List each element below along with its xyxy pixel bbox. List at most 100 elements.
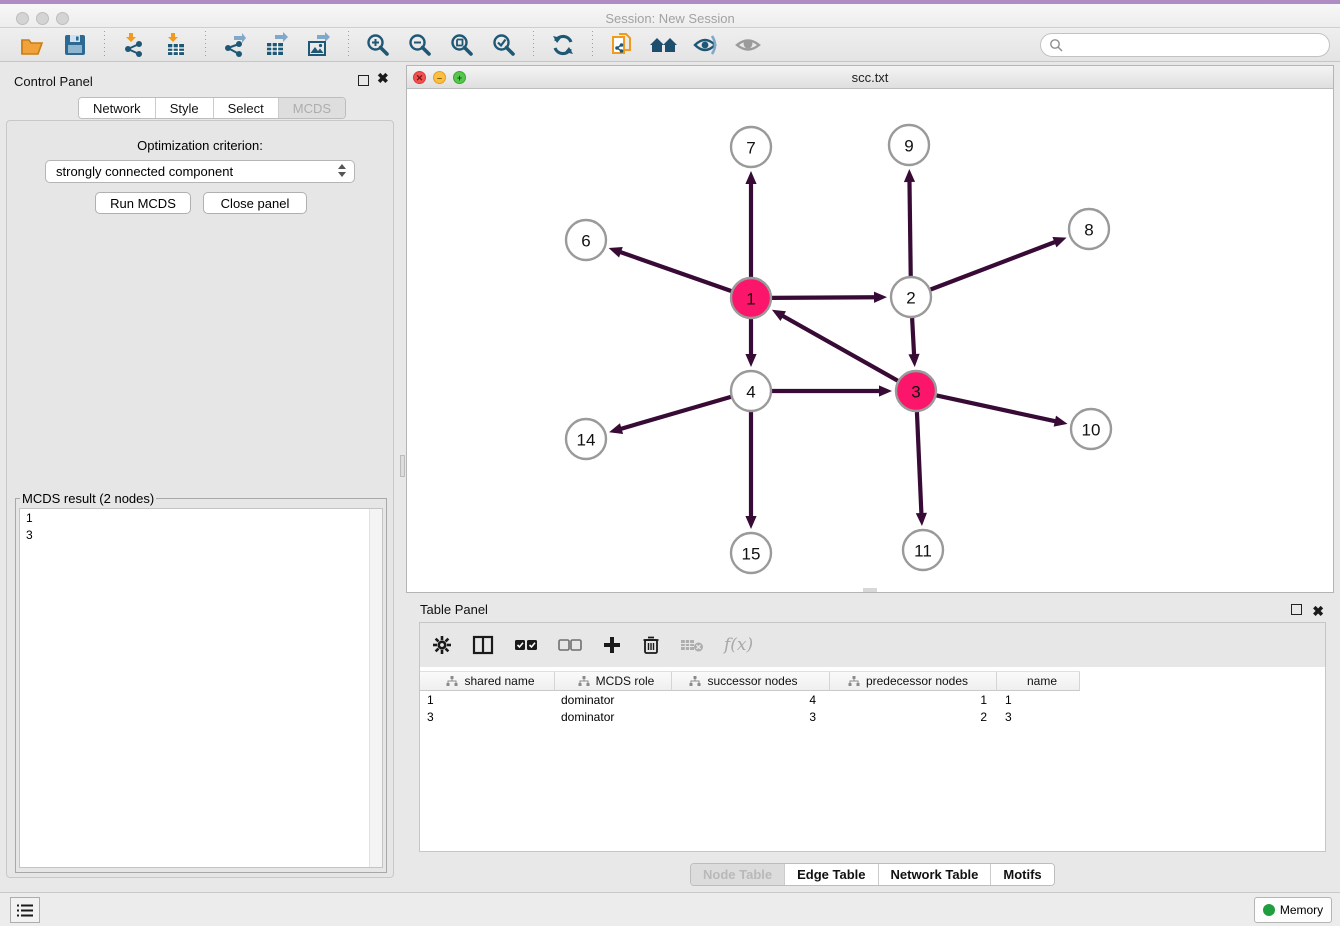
cell-shared-name[interactable]: 3 — [420, 708, 555, 725]
apply-layout-button[interactable] — [548, 31, 578, 59]
column-header-mcds-role[interactable]: MCDS role — [555, 671, 672, 691]
export-network-icon — [222, 32, 248, 58]
home-button[interactable] — [649, 31, 679, 59]
close-panel-icon[interactable]: ✖ — [1312, 606, 1324, 617]
cell-mcds-role[interactable]: dominator — [555, 691, 672, 708]
search-field[interactable] — [1040, 33, 1330, 57]
graph-edge[interactable] — [619, 252, 731, 291]
table-row[interactable]: 1 dominator 4 1 1 — [420, 691, 1325, 708]
hide-birdseye-icon — [692, 32, 720, 58]
run-mcds-button[interactable]: Run MCDS — [95, 192, 191, 214]
tab-style[interactable]: Style — [156, 98, 214, 118]
split-columns-button[interactable] — [472, 632, 494, 658]
cell-name[interactable]: 1 — [997, 691, 1080, 708]
import-table-button[interactable] — [161, 31, 191, 59]
graph-edge-arrowhead — [745, 516, 756, 529]
control-panel-tabs: Network Style Select MCDS — [78, 97, 346, 119]
delete-row-icon — [642, 635, 660, 655]
table-panel-title: Table Panel — [420, 602, 488, 617]
status-bar: Memory — [0, 892, 1340, 926]
graph-edge[interactable] — [772, 297, 876, 298]
add-row-button[interactable] — [602, 632, 622, 658]
graph-node-label: 9 — [904, 137, 913, 156]
column-header-name[interactable]: name — [997, 671, 1080, 691]
column-header-shared-name[interactable]: shared name — [420, 671, 555, 691]
toolbar-separator — [104, 31, 105, 59]
graph-edge-arrowhead — [879, 385, 892, 396]
cell-predecessor-nodes[interactable]: 1 — [830, 691, 997, 708]
export-network-button[interactable] — [220, 31, 250, 59]
graph-edge[interactable] — [912, 318, 914, 356]
panel-splitter[interactable] — [400, 65, 405, 889]
tab-mcds[interactable]: MCDS — [279, 98, 345, 118]
settings-gear-button[interactable] — [432, 632, 452, 658]
zoom-fit-button[interactable] — [447, 31, 477, 59]
export-table-button[interactable] — [262, 31, 292, 59]
zoom-in-icon — [365, 32, 391, 58]
cell-successor-nodes[interactable]: 4 — [672, 691, 830, 708]
memory-button[interactable]: Memory — [1254, 897, 1332, 923]
add-row-icon — [602, 635, 622, 655]
cell-name[interactable]: 3 — [997, 708, 1080, 725]
delete-column-button[interactable] — [680, 632, 704, 658]
cell-predecessor-nodes[interactable]: 2 — [830, 708, 997, 725]
graph-edge-arrowhead — [745, 354, 756, 367]
float-panel-icon[interactable] — [358, 73, 369, 91]
zoom-in-button[interactable] — [363, 31, 393, 59]
scrollbar[interactable] — [369, 509, 382, 867]
close-panel-button[interactable]: Close panel — [203, 192, 307, 214]
search-input[interactable] — [1064, 38, 1329, 52]
task-history-button[interactable] — [10, 897, 40, 923]
graph-edge[interactable] — [620, 397, 731, 429]
float-panel-icon[interactable] — [1291, 602, 1302, 620]
graph-edge[interactable] — [917, 412, 922, 515]
close-panel-icon[interactable]: ✖ — [377, 73, 389, 84]
mcds-result-text[interactable]: 1 3 — [19, 508, 383, 868]
table-row[interactable]: 3 dominator 3 2 3 — [420, 708, 1325, 725]
column-header-successor-nodes[interactable]: successor nodes — [672, 671, 830, 691]
tab-network-table[interactable]: Network Table — [879, 864, 992, 885]
zoom-out-button[interactable] — [405, 31, 435, 59]
tab-motifs[interactable]: Motifs — [991, 864, 1053, 885]
column-header-predecessor-nodes[interactable]: predecessor nodes — [830, 671, 997, 691]
clone-network-button[interactable] — [607, 31, 637, 59]
cell-successor-nodes[interactable]: 3 — [672, 708, 830, 725]
control-panel-title: Control Panel — [14, 74, 93, 89]
save-session-button[interactable] — [60, 31, 90, 59]
hide-birdseye-button[interactable] — [691, 31, 721, 59]
memory-status-icon — [1263, 904, 1275, 916]
network-window: ✕ – + scc.txt 1234678910111415 — [406, 65, 1334, 593]
graph-edge-arrowhead — [745, 171, 756, 184]
tab-edge-table[interactable]: Edge Table — [785, 864, 878, 885]
control-panel: Control Panel ✖ Network Style Select MCD… — [0, 65, 400, 880]
graph-edge[interactable] — [781, 315, 897, 381]
tab-node-table[interactable]: Node Table — [691, 864, 785, 885]
deselect-all-icon — [558, 638, 582, 652]
export-image-button[interactable] — [304, 31, 334, 59]
function-builder-button[interactable]: f(x) — [724, 632, 753, 658]
delete-row-button[interactable] — [642, 632, 660, 658]
table-tabs: Node Table Edge Table Network Table Moti… — [690, 863, 1055, 886]
network-window-titlebar[interactable]: ✕ – + scc.txt — [407, 66, 1333, 89]
graph-edge[interactable] — [931, 241, 1057, 289]
zoom-selected-button[interactable] — [489, 31, 519, 59]
splitter-grip[interactable] — [863, 588, 877, 592]
open-session-button[interactable] — [18, 31, 48, 59]
deselect-all-button[interactable] — [558, 632, 582, 658]
zoom-out-icon — [407, 32, 433, 58]
graph-node-label: 7 — [746, 139, 755, 158]
tab-select[interactable]: Select — [214, 98, 279, 118]
graph-edge[interactable] — [909, 180, 910, 276]
select-all-button[interactable] — [514, 632, 538, 658]
graph-node-label: 6 — [581, 232, 590, 251]
network-canvas[interactable]: 1234678910111415 — [407, 89, 1333, 592]
import-network-button[interactable] — [119, 31, 149, 59]
cell-shared-name[interactable]: 1 — [420, 691, 555, 708]
tab-network[interactable]: Network — [79, 98, 156, 118]
criterion-dropdown[interactable]: strongly connected component — [45, 160, 355, 183]
import-network-icon — [121, 32, 147, 58]
birdseye-button[interactable] — [733, 31, 763, 59]
node-table-container: f(x) shared name MCDS role successor nod… — [419, 622, 1326, 852]
graph-edge[interactable] — [937, 395, 1057, 421]
cell-mcds-role[interactable]: dominator — [555, 708, 672, 725]
